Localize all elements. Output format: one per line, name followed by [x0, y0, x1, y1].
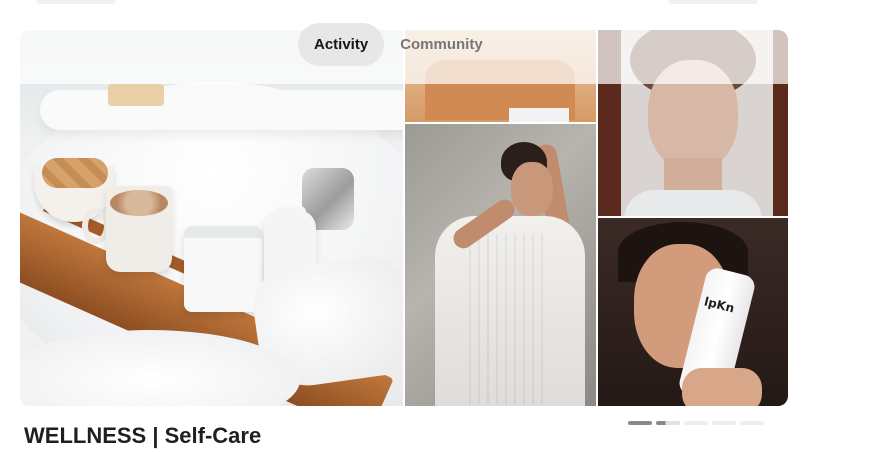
bath-tray-image	[20, 30, 403, 406]
woman-brushing-hair-image	[405, 124, 596, 406]
offscreen-label-left	[36, 0, 116, 4]
white-patch	[509, 108, 569, 122]
carousel-dot-2[interactable]	[656, 421, 680, 425]
carousel-dot-4[interactable]	[712, 421, 736, 425]
board-cover-collage[interactable]: lpKn	[20, 30, 788, 406]
tab-switcher: Activity Community	[298, 23, 499, 66]
jar-shape	[184, 226, 262, 312]
bathtub-rim	[40, 90, 403, 130]
tank-top-shape	[624, 190, 762, 216]
sponge-shape	[108, 84, 164, 106]
dress-pleats	[469, 234, 549, 404]
face-shape	[511, 162, 553, 216]
tab-activity[interactable]: Activity	[298, 23, 385, 66]
tab-community[interactable]: Community	[384, 23, 499, 66]
woman-with-tube-image: lpKn	[598, 218, 788, 406]
mug-coffee	[110, 190, 168, 216]
carousel-dot-5[interactable]	[740, 421, 764, 425]
carousel-dot-1[interactable]	[628, 421, 652, 425]
carousel-dot-3[interactable]	[684, 421, 708, 425]
cookies-shape	[42, 158, 108, 188]
board-title[interactable]: WELLNESS | Self-Care	[24, 423, 261, 449]
offscreen-label-right	[668, 0, 758, 4]
hand-shape	[682, 368, 762, 406]
carousel-indicator	[628, 421, 764, 425]
